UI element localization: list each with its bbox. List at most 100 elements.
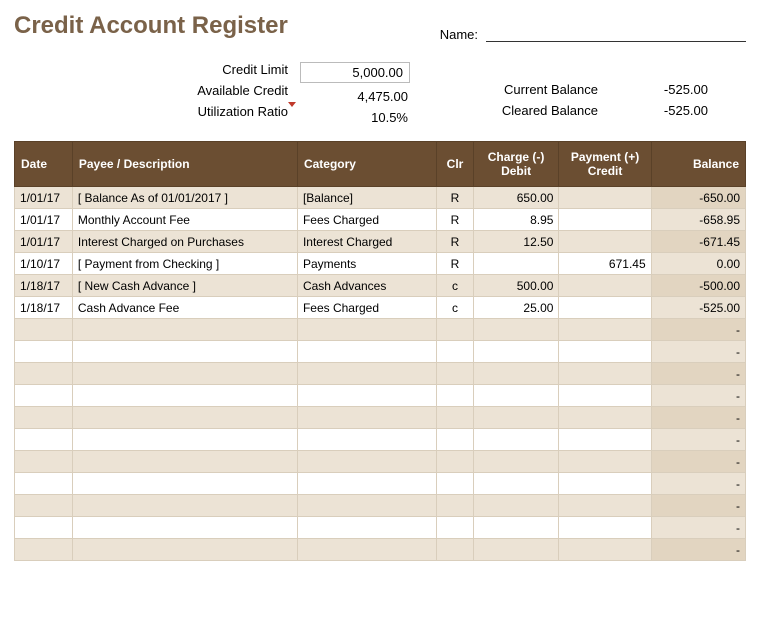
cell-category[interactable]: Payments (297, 253, 436, 275)
cell-payee[interactable] (72, 473, 297, 495)
table-row[interactable]: - (15, 341, 746, 363)
cell-payee[interactable] (72, 495, 297, 517)
cell-payment[interactable] (559, 187, 651, 209)
cell-payee[interactable]: Interest Charged on Purchases (72, 231, 297, 253)
cell-clr[interactable]: R (437, 253, 473, 275)
cell-charge[interactable] (473, 429, 559, 451)
cell-payee[interactable]: [ Balance As of 01/01/2017 ] (72, 187, 297, 209)
cell-charge[interactable] (473, 517, 559, 539)
cell-payment[interactable] (559, 297, 651, 319)
cell-charge[interactable]: 25.00 (473, 297, 559, 319)
table-row[interactable]: - (15, 385, 746, 407)
cell-category[interactable] (297, 517, 436, 539)
cell-charge[interactable] (473, 539, 559, 561)
cell-payee[interactable]: [ New Cash Advance ] (72, 275, 297, 297)
cell-payment[interactable] (559, 517, 651, 539)
cell-date[interactable] (15, 319, 73, 341)
cell-clr[interactable] (437, 407, 473, 429)
cell-payment[interactable] (559, 429, 651, 451)
cell-payee[interactable]: Monthly Account Fee (72, 209, 297, 231)
cell-category[interactable] (297, 363, 436, 385)
cell-date[interactable] (15, 473, 73, 495)
cell-category[interactable] (297, 473, 436, 495)
cell-date[interactable]: 1/01/17 (15, 187, 73, 209)
cell-payee[interactable] (72, 429, 297, 451)
cell-payment[interactable] (559, 231, 651, 253)
cell-date[interactable] (15, 429, 73, 451)
cell-payment[interactable] (559, 385, 651, 407)
cell-category[interactable]: Fees Charged (297, 209, 436, 231)
cell-payee[interactable] (72, 319, 297, 341)
cell-date[interactable] (15, 341, 73, 363)
cell-charge[interactable]: 8.95 (473, 209, 559, 231)
cell-clr[interactable] (437, 363, 473, 385)
table-row[interactable]: 1/10/17[ Payment from Checking ]Payments… (15, 253, 746, 275)
cell-clr[interactable] (437, 517, 473, 539)
table-row[interactable]: - (15, 407, 746, 429)
cell-charge[interactable] (473, 363, 559, 385)
cell-clr[interactable]: c (437, 297, 473, 319)
name-input[interactable] (486, 24, 746, 42)
cell-date[interactable] (15, 363, 73, 385)
cell-charge[interactable] (473, 341, 559, 363)
cell-clr[interactable] (437, 385, 473, 407)
cell-category[interactable] (297, 407, 436, 429)
cell-payee[interactable] (72, 517, 297, 539)
cell-charge[interactable]: 500.00 (473, 275, 559, 297)
cell-clr[interactable] (437, 319, 473, 341)
table-row[interactable]: - (15, 517, 746, 539)
cell-clr[interactable]: c (437, 275, 473, 297)
cell-category[interactable] (297, 341, 436, 363)
cell-date[interactable] (15, 495, 73, 517)
table-row[interactable]: 1/01/17[ Balance As of 01/01/2017 ][Bala… (15, 187, 746, 209)
cell-category[interactable] (297, 451, 436, 473)
cell-clr[interactable]: R (437, 231, 473, 253)
cell-category[interactable]: Cash Advances (297, 275, 436, 297)
cell-date[interactable] (15, 517, 73, 539)
cell-payee[interactable] (72, 363, 297, 385)
cell-date[interactable] (15, 385, 73, 407)
cell-clr[interactable] (437, 429, 473, 451)
cell-payment[interactable] (559, 451, 651, 473)
cell-category[interactable] (297, 385, 436, 407)
cell-payee[interactable] (72, 407, 297, 429)
cell-payment[interactable] (559, 275, 651, 297)
cell-category[interactable]: Interest Charged (297, 231, 436, 253)
cell-category[interactable] (297, 539, 436, 561)
cell-charge[interactable]: 12.50 (473, 231, 559, 253)
cell-payee[interactable] (72, 385, 297, 407)
cell-clr[interactable] (437, 473, 473, 495)
cell-payment[interactable] (559, 319, 651, 341)
table-row[interactable]: 1/18/17[ New Cash Advance ]Cash Advances… (15, 275, 746, 297)
cell-category[interactable]: [Balance] (297, 187, 436, 209)
cell-clr[interactable]: R (437, 187, 473, 209)
cell-date[interactable]: 1/01/17 (15, 231, 73, 253)
table-row[interactable]: 1/01/17Interest Charged on PurchasesInte… (15, 231, 746, 253)
cell-category[interactable] (297, 429, 436, 451)
table-row[interactable]: - (15, 473, 746, 495)
cell-clr[interactable] (437, 451, 473, 473)
table-row[interactable]: - (15, 451, 746, 473)
cell-payee[interactable] (72, 451, 297, 473)
cell-payment[interactable] (559, 363, 651, 385)
cell-charge[interactable] (473, 451, 559, 473)
cell-date[interactable]: 1/10/17 (15, 253, 73, 275)
cell-date[interactable] (15, 407, 73, 429)
cell-clr[interactable] (437, 495, 473, 517)
cell-payment[interactable] (559, 473, 651, 495)
cell-category[interactable]: Fees Charged (297, 297, 436, 319)
cell-payment[interactable]: 671.45 (559, 253, 651, 275)
cell-date[interactable] (15, 539, 73, 561)
cell-date[interactable]: 1/01/17 (15, 209, 73, 231)
table-row[interactable]: - (15, 539, 746, 561)
cell-category[interactable] (297, 319, 436, 341)
cell-payee[interactable]: [ Payment from Checking ] (72, 253, 297, 275)
cell-payee[interactable] (72, 341, 297, 363)
cell-clr[interactable]: R (437, 209, 473, 231)
cell-charge[interactable] (473, 319, 559, 341)
cell-date[interactable]: 1/18/17 (15, 275, 73, 297)
table-row[interactable]: - (15, 495, 746, 517)
cell-payment[interactable] (559, 407, 651, 429)
cell-charge[interactable] (473, 407, 559, 429)
cell-date[interactable]: 1/18/17 (15, 297, 73, 319)
